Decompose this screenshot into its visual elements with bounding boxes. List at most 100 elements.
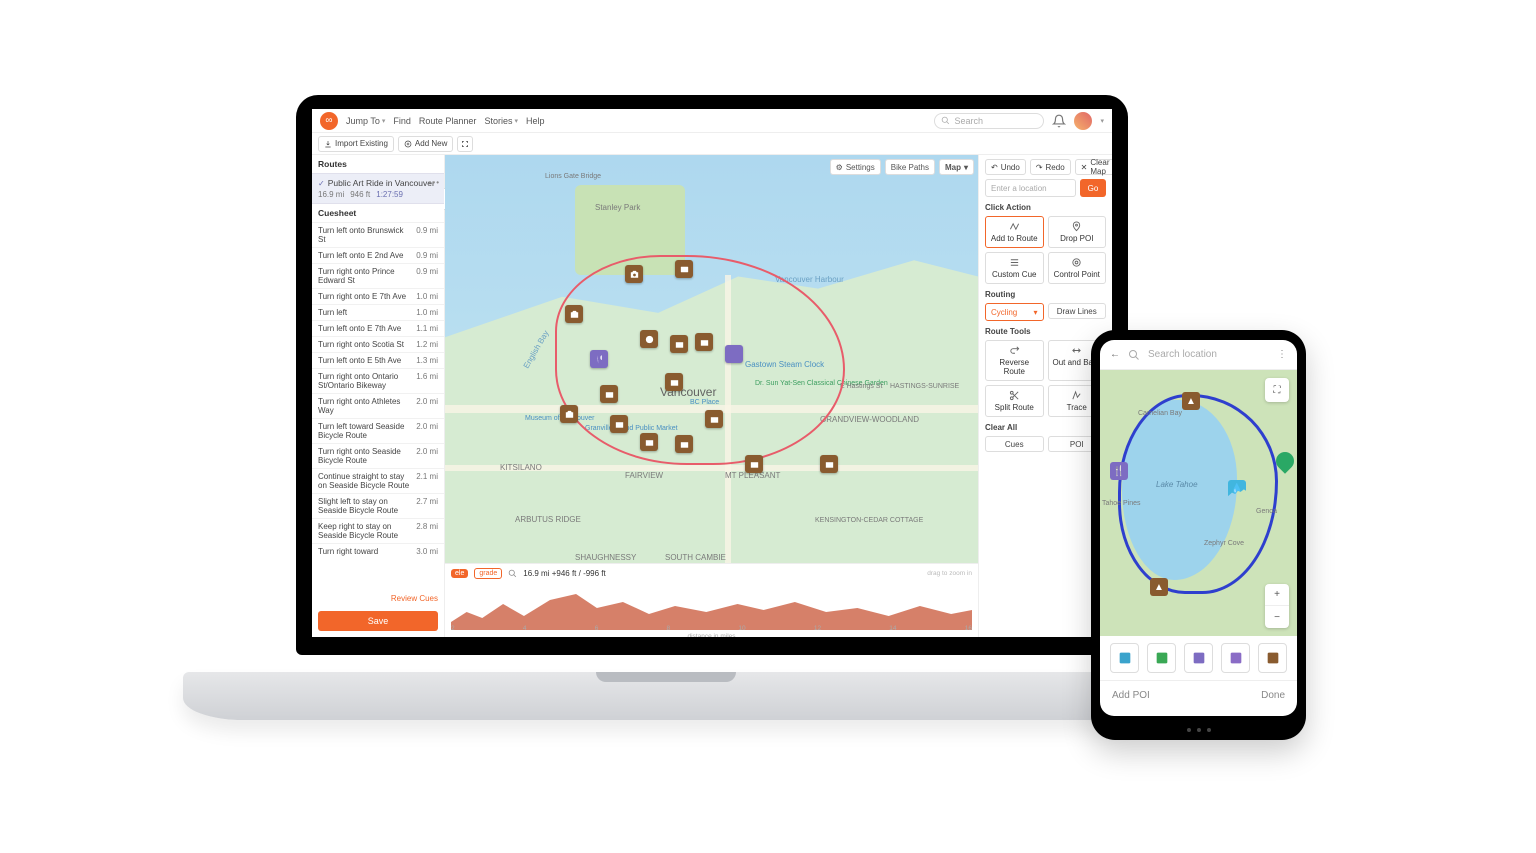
elevation-tab-ele[interactable]: ele [451, 569, 468, 578]
poi-photo[interactable] [610, 415, 628, 433]
clear-cues-button[interactable]: Cues [985, 436, 1044, 452]
cue-row[interactable]: Turn left toward Seaside Bicycle Route2.… [312, 418, 444, 443]
poi-photo[interactable] [705, 410, 723, 428]
poi-photo[interactable] [565, 305, 583, 323]
phone-done-button[interactable]: Done [1261, 690, 1285, 701]
poi-photo[interactable] [640, 330, 658, 348]
redo-button[interactable]: ↷ Redo [1030, 159, 1071, 175]
top-nav: ∞ Jump To▾ Find Route Planner Stories▾ H… [312, 109, 1112, 133]
save-button[interactable]: Save [318, 611, 438, 631]
phone-zoom-in[interactable]: + [1265, 584, 1289, 606]
cue-row[interactable]: Turn left onto Brunswick St0.9 mi [312, 222, 444, 247]
location-input[interactable]: Enter a location [985, 179, 1076, 197]
cue-row[interactable]: Turn right onto Seaside Bicycle Route2.0… [312, 443, 444, 468]
phone-cat-lodging[interactable] [1221, 643, 1250, 673]
map-label: GRANDVIEW-WOODLAND [820, 415, 919, 424]
poi-photo[interactable] [670, 335, 688, 353]
nav-find[interactable]: Find [393, 116, 411, 126]
cue-row[interactable]: Turn left onto E 2nd Ave0.9 mi [312, 247, 444, 263]
phone-poi-food[interactable]: 🍴 [1110, 462, 1128, 480]
action-custom-cue[interactable]: Custom Cue [985, 252, 1044, 284]
cue-row[interactable]: Turn right onto Ontario St/Ontario Bikew… [312, 368, 444, 393]
poi-photo[interactable] [665, 373, 683, 391]
fullscreen-button[interactable] [457, 136, 473, 152]
route-title: Public Art Ride in Vancouver [328, 178, 435, 188]
poi-photo[interactable] [625, 265, 643, 283]
cue-row[interactable]: Turn right onto Scotia St1.2 mi [312, 336, 444, 352]
nav-stories[interactable]: Stories▾ [484, 116, 518, 126]
phone-search-input[interactable]: Search location [1148, 349, 1269, 360]
brand-logo[interactable]: ∞ [320, 112, 338, 130]
user-avatar[interactable] [1074, 112, 1092, 130]
elevation-summary: 16.9 mi +946 ft / -996 ft [523, 569, 606, 578]
nav-jump-to[interactable]: Jump To▾ [346, 116, 385, 126]
cuesheet-list[interactable]: Turn left onto Brunswick St0.9 miTurn le… [312, 222, 444, 590]
phone-zoom: + − [1265, 584, 1289, 628]
poi-photo[interactable] [600, 385, 618, 403]
add-new-button[interactable]: Add New [398, 136, 453, 152]
poi-photo[interactable] [560, 405, 578, 423]
cue-row[interactable]: Turn left1.0 mi [312, 304, 444, 320]
poi-photo[interactable] [745, 455, 763, 473]
poi-photo[interactable] [820, 455, 838, 473]
phone-screen: ← Search location ⋮ Lake Tahoe Carnelian… [1100, 340, 1297, 716]
poi-food[interactable] [725, 345, 743, 363]
cue-text: Turn left onto E 5th Ave [318, 356, 401, 365]
cue-row[interactable]: Turn left onto E 7th Ave1.1 mi [312, 320, 444, 336]
cue-row[interactable]: Turn right onto Athletes Way2.0 mi [312, 393, 444, 418]
cue-row[interactable]: Turn right onto E 7th Ave1.0 mi [312, 288, 444, 304]
scissors-icon [1009, 390, 1020, 401]
cue-row[interactable]: Turn right toward3.0 mi [312, 543, 444, 559]
go-button[interactable]: Go [1080, 179, 1106, 197]
nav-route-planner[interactable]: Route Planner [419, 116, 477, 126]
undo-button[interactable]: ↶ Undo [985, 159, 1026, 175]
phone-cat-gas[interactable] [1147, 643, 1176, 673]
tool-reverse-route[interactable]: Reverse Route [985, 340, 1044, 381]
route-time: 1:27:59 [376, 190, 403, 199]
route-card[interactable]: ‹ ✓Public Art Ride in Vancouver 16.9 mi … [312, 173, 444, 204]
poi-photo[interactable] [675, 260, 693, 278]
back-button[interactable]: ← [1110, 349, 1120, 360]
settings-button[interactable]: ⚙ Settings [830, 159, 881, 175]
elevation-chart[interactable]: 246810121416 distance in miles [451, 582, 972, 630]
cue-row[interactable]: Turn right onto Prince Edward St0.9 mi [312, 263, 444, 288]
phone-cat-food[interactable] [1184, 643, 1213, 673]
global-search[interactable]: Search [934, 113, 1044, 129]
phone-poi-camp[interactable]: ▲ [1182, 392, 1200, 410]
poi-photo[interactable] [640, 433, 658, 451]
tool-split-route[interactable]: Split Route [985, 385, 1044, 417]
action-drop-poi[interactable]: Drop POI [1048, 216, 1107, 248]
phone-fullscreen-button[interactable]: ⛶ [1265, 378, 1289, 402]
phone-lake-label: Lake Tahoe [1156, 480, 1198, 489]
layer-map[interactable]: Map ▾ [939, 159, 974, 175]
poi-food[interactable] [590, 350, 608, 368]
notifications-icon[interactable] [1052, 114, 1066, 128]
draw-lines-button[interactable]: Draw Lines [1048, 303, 1107, 319]
phone-zoom-out[interactable]: − [1265, 606, 1289, 628]
elevation-tab-grade[interactable]: grade [474, 568, 502, 579]
phone-cat-camp[interactable] [1258, 643, 1287, 673]
phone-cat-bike[interactable] [1110, 643, 1139, 673]
phone-add-poi-button[interactable]: Add POI [1112, 690, 1150, 701]
phone-map[interactable]: Lake Tahoe Carnelian Bay Tahoe Pines Zep… [1100, 370, 1297, 636]
cue-row[interactable]: Continue straight to stay on Seaside Bic… [312, 468, 444, 493]
cue-row[interactable]: Keep right to stay on Seaside Bicycle Ro… [312, 518, 444, 543]
cue-text: Turn right toward [318, 547, 378, 556]
search-icon[interactable] [508, 569, 517, 578]
poi-photo[interactable] [675, 435, 693, 453]
poi-photo[interactable] [695, 333, 713, 351]
cue-row[interactable]: Slight left to stay on Seaside Bicycle R… [312, 493, 444, 518]
phone-poi-camp[interactable]: ▲ [1150, 578, 1168, 596]
nav-help[interactable]: Help [526, 116, 545, 126]
phone-more-button[interactable]: ⋮ [1277, 349, 1287, 360]
layer-bike-paths[interactable]: Bike Paths [885, 159, 935, 175]
routing-mode-select[interactable]: Cycling▾ [985, 303, 1044, 321]
action-control-point[interactable]: Control Point [1048, 252, 1107, 284]
user-menu-chevron-icon[interactable]: ▾ [1100, 117, 1104, 125]
action-add-to-route[interactable]: Add to Route [985, 216, 1044, 248]
import-existing-button[interactable]: Import Existing [318, 136, 394, 152]
review-cues-link[interactable]: Review Cues [312, 590, 444, 607]
route-more-button[interactable]: ••• [429, 178, 440, 187]
clear-map-button[interactable]: ✕ Clear Map [1075, 159, 1112, 175]
cue-row[interactable]: Turn left onto E 5th Ave1.3 mi [312, 352, 444, 368]
